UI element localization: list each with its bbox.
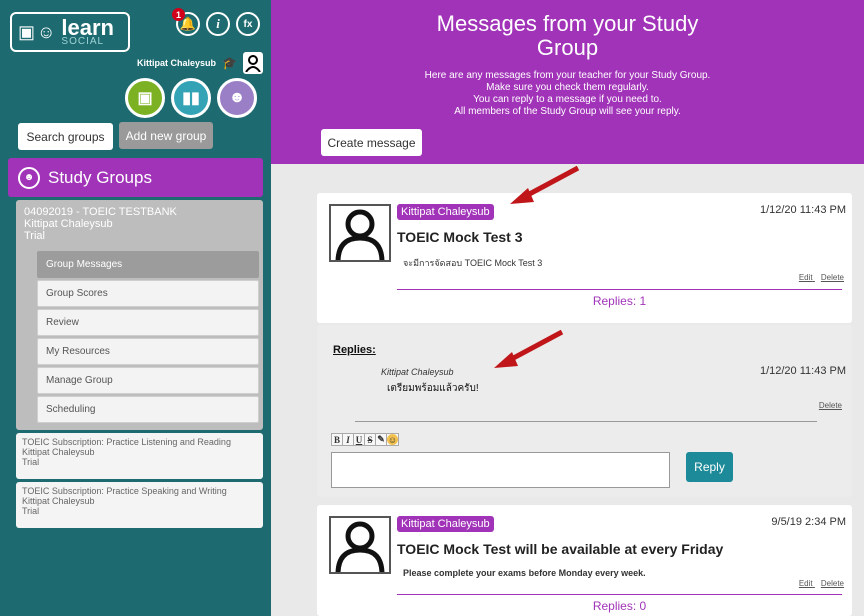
group-name: TOEIC Subscription: Practice Speaking an… <box>22 486 227 496</box>
groups-people-icon[interactable]: ☻ <box>217 78 257 118</box>
group-plan: Trial <box>22 457 40 467</box>
author-avatar-icon <box>329 204 391 262</box>
logo-text: learn SOCIAL <box>61 17 114 47</box>
description-line: Here are any messages from your teacher … <box>424 70 711 81</box>
edit-link[interactable]: Edit <box>799 579 813 588</box>
reply-editor-toolbar: B I U S ✎ ☺ <box>331 433 399 446</box>
submenu-review[interactable]: Review <box>37 309 259 336</box>
message-card: Kittipat Chaleysub 1/12/20 11:43 PM TOEI… <box>317 193 852 323</box>
message-body: จะมีการจัดสอบ TOEIC Mock Test 3 <box>403 258 543 268</box>
study-groups-header: ☻ Study Groups <box>8 158 263 197</box>
message-time: 9/5/19 2:34 PM <box>771 516 846 528</box>
submenu-scheduling[interactable]: Scheduling <box>37 396 259 423</box>
reply-input[interactable] <box>331 452 670 488</box>
edit-link[interactable]: Edit <box>799 273 813 282</box>
replies-count[interactable]: Replies: 0 <box>397 599 842 613</box>
reply-delete-link[interactable]: Delete <box>819 401 842 410</box>
group-name: 04092019 - TOEIC TESTBANK <box>24 206 177 218</box>
underline-button[interactable]: U <box>354 434 365 445</box>
user-avatar-icon[interactable] <box>243 52 263 74</box>
reply-author: Kittipat Chaleysub <box>381 367 454 377</box>
sidebar: ▣ ☺ learn SOCIAL 🔔 1 i fx Kittipat Chale… <box>0 0 271 616</box>
strikethrough-button[interactable]: S <box>365 434 376 445</box>
message-divider <box>397 594 842 595</box>
group-card[interactable]: TOEIC Subscription: Practice Speaking an… <box>16 482 263 528</box>
study-groups-title: Study Groups <box>48 167 152 187</box>
messages-header: Messages from your Study Group Here are … <box>271 0 864 164</box>
page-description: Here are any messages from your teacher … <box>271 70 864 118</box>
group-card-active[interactable]: 04092019 - TOEIC TESTBANK Kittipat Chale… <box>16 200 263 430</box>
replies-count[interactable]: Replies: 1 <box>397 294 842 308</box>
group-card-text: 04092019 - TOEIC TESTBANK Kittipat Chale… <box>16 200 263 242</box>
search-groups-button[interactable]: Search groups <box>18 123 113 150</box>
resources-icon[interactable]: ▣ <box>125 78 165 118</box>
submenu-group-scores[interactable]: Group Scores <box>37 280 259 307</box>
replies-label: Replies: <box>333 344 376 356</box>
logo-person-icon: ☺ <box>37 21 56 42</box>
group-submenu: Group Messages Group Scores Review My Re… <box>37 251 259 425</box>
submenu-manage-group[interactable]: Manage Group <box>37 367 259 394</box>
add-new-group-button[interactable]: Add new group <box>119 122 213 149</box>
message-author: Kittipat Chaleysub <box>397 516 494 532</box>
delete-link[interactable]: Delete <box>821 273 844 282</box>
message-actions: Edit Delete <box>793 273 844 282</box>
group-card[interactable]: TOEIC Subscription: Practice Listening a… <box>16 433 263 479</box>
user-info: Kittipat Chaleysub 🎓 <box>137 52 263 74</box>
group-owner: Kittipat Chaleysub <box>22 447 95 457</box>
eraser-icon[interactable]: ✎ <box>376 434 387 445</box>
reply-time: 1/12/20 11:43 PM <box>759 365 846 377</box>
emoji-icon[interactable]: ☺ <box>387 434 398 445</box>
message-body: Please complete your exams before Monday… <box>403 568 646 578</box>
user-name: Kittipat Chaleysub <box>137 58 217 68</box>
learn-social-logo[interactable]: ▣ ☺ learn SOCIAL <box>10 12 130 52</box>
bold-button[interactable]: B <box>332 434 343 445</box>
message-title: TOEIC Mock Test 3 <box>397 229 523 245</box>
group-plan: Trial <box>22 506 40 516</box>
fx-icon[interactable]: fx <box>236 12 260 36</box>
author-avatar-icon <box>329 516 391 574</box>
logo-chat-icon: ▣ <box>18 21 36 42</box>
page-title: Messages from your Study Group <box>436 11 699 60</box>
stats-chart-icon[interactable]: ▮▮ <box>171 78 211 118</box>
message-actions: Edit Delete <box>793 579 844 588</box>
notifications-bell-icon[interactable]: 🔔 1 <box>172 8 200 36</box>
submenu-my-resources[interactable]: My Resources <box>37 338 259 365</box>
replies-section: Replies: Kittipat Chaleysub 1/12/20 11:4… <box>317 325 852 497</box>
italic-button[interactable]: I <box>343 434 354 445</box>
group-plan: Trial <box>24 230 45 242</box>
reply-button[interactable]: Reply <box>686 452 733 482</box>
group-owner: Kittipat Chaleysub <box>24 218 113 230</box>
logo-icons: ▣ ☺ <box>18 22 55 43</box>
submenu-group-messages[interactable]: Group Messages <box>37 251 259 278</box>
info-icon[interactable]: i <box>206 12 230 36</box>
group-owner: Kittipat Chaleysub <box>22 496 95 506</box>
main-content: Messages from your Study Group Here are … <box>271 0 864 616</box>
description-line: Make sure you check them regularly. <box>486 82 649 93</box>
create-message-button[interactable]: Create message <box>321 129 422 156</box>
message-title: TOEIC Mock Test will be available at eve… <box>397 541 724 557</box>
description-line: All members of the Study Group will see … <box>454 106 681 117</box>
description-line: You can reply to a message if you need t… <box>473 94 662 105</box>
message-author: Kittipat Chaleysub <box>397 204 494 220</box>
graduation-cap-icon: 🎓 <box>222 56 237 70</box>
delete-link[interactable]: Delete <box>821 579 844 588</box>
reply-text: เตรียมพร้อมแล้วครับ! <box>387 383 479 394</box>
group-name: TOEIC Subscription: Practice Listening a… <box>22 437 231 447</box>
reply-divider <box>355 421 817 422</box>
nav-circles: ▣ ▮▮ ☻ <box>125 78 257 118</box>
message-card: Kittipat Chaleysub 9/5/19 2:34 PM TOEIC … <box>317 505 852 616</box>
message-time: 1/12/20 11:43 PM <box>759 204 846 216</box>
top-icons: 🔔 1 i fx <box>172 8 260 36</box>
message-divider <box>397 289 842 290</box>
study-groups-icon: ☻ <box>18 166 40 189</box>
notification-badge: 1 <box>172 8 185 21</box>
